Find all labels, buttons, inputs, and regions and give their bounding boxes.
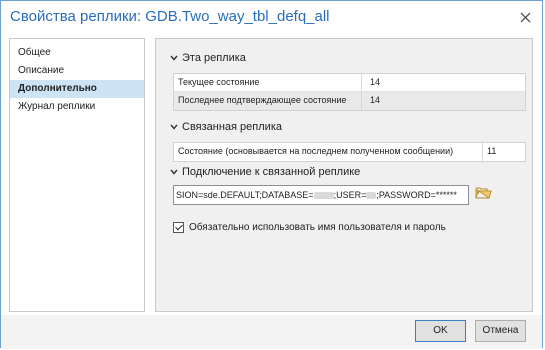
- browse-connection-button[interactable]: [475, 186, 495, 204]
- connection-row: SION=sde.DEFAULT;DATABASE= ;USER= ;PASSWOR…: [173, 185, 511, 205]
- this-replica-heading: Эта реплика: [182, 52, 246, 64]
- row-key: Последнее подтверждающее состояние: [174, 92, 362, 110]
- cancel-button[interactable]: Отмена: [475, 320, 526, 342]
- ok-button[interactable]: OK: [415, 320, 466, 342]
- related-replica-grid: Состояние (основывается на последнем пол…: [173, 142, 526, 162]
- related-replica-heading: Связанная реплика: [182, 121, 282, 133]
- chevron-down-icon: [170, 55, 178, 61]
- row-value: 14: [370, 95, 381, 105]
- close-icon: [520, 12, 530, 22]
- connection-heading: Подключение к связанной реплике: [182, 166, 361, 178]
- related-replica-section-header[interactable]: Связанная реплика: [170, 121, 282, 133]
- table-row: Состояние (основывается на последнем пол…: [174, 143, 525, 161]
- nav-item-general[interactable]: Общее: [10, 44, 144, 62]
- connection-section-header[interactable]: Подключение к связанной реплике: [170, 166, 360, 178]
- dialog-window: Свойства реплики: GDB.Two_way_tbl_defq_a…: [0, 0, 543, 349]
- row-key: Состояние (основывается на последнем пол…: [174, 143, 483, 161]
- redacted-user: [366, 192, 377, 200]
- nav-item-description[interactable]: Описание: [10, 62, 144, 80]
- close-button[interactable]: [514, 6, 536, 28]
- nav-item-replica-log[interactable]: Журнал реплики: [10, 98, 144, 116]
- connection-text-part: ;USER=: [333, 190, 367, 200]
- chevron-down-icon: [170, 169, 178, 175]
- connection-text-part: ;PASSWORD=******: [376, 190, 457, 200]
- force-credentials-label: Обязательно использовать имя пользовател…: [189, 222, 446, 233]
- redacted-database: [313, 192, 334, 200]
- chevron-down-icon: [170, 124, 178, 130]
- dialog-title: Свойства реплики: GDB.Two_way_tbl_defq_a…: [10, 8, 330, 25]
- force-credentials-checkbox-row[interactable]: Обязательно использовать имя пользовател…: [173, 222, 446, 233]
- table-row: Текущее состояние 14: [174, 74, 525, 92]
- dialog-footer: OK Отмена: [1, 315, 542, 349]
- this-replica-section-header[interactable]: Эта реплика: [170, 52, 246, 64]
- this-replica-grid: Текущее состояние 14 Последнее подтвержд…: [173, 73, 526, 111]
- table-row: Последнее подтверждающее состояние 14: [174, 92, 525, 110]
- row-value: 11: [487, 146, 497, 156]
- row-value: 14: [370, 77, 381, 87]
- connection-text-part: SION=sde.DEFAULT;DATABASE=: [176, 190, 314, 200]
- connection-string-field[interactable]: SION=sde.DEFAULT;DATABASE= ;USER= ;PASSWOR…: [173, 185, 469, 205]
- dialog-body: Общее Описание Дополнительно Журнал репл…: [1, 34, 542, 315]
- advanced-panel: Эта реплика Текущее состояние 14 Последн…: [155, 38, 533, 312]
- row-key: Текущее состояние: [174, 74, 362, 91]
- properties-nav: Общее Описание Дополнительно Журнал репл…: [9, 38, 145, 312]
- force-credentials-checkbox[interactable]: [173, 222, 184, 233]
- title-bar: Свойства реплики: GDB.Two_way_tbl_defq_a…: [1, 1, 542, 34]
- folder-icon: [475, 187, 492, 199]
- nav-item-advanced[interactable]: Дополнительно: [10, 80, 144, 98]
